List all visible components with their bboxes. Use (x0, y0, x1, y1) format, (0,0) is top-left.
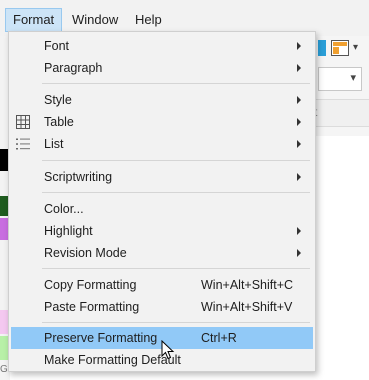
menu-item-font[interactable]: Font (11, 35, 313, 57)
menu-item-label: Preserve Formatting (44, 331, 158, 345)
menu-item-label: Color... (44, 202, 84, 216)
layout-icon[interactable] (331, 40, 349, 56)
table-grid-icon (16, 115, 30, 129)
menu-item-label: Paragraph (44, 61, 103, 75)
menubar-format[interactable]: Format (5, 8, 63, 32)
menu-item-label: Style (44, 93, 72, 107)
menu-separator (42, 268, 310, 269)
menubar-window[interactable]: Window (65, 9, 125, 31)
format-menu: Font Paragraph Style Table List Scriptwr… (8, 31, 316, 372)
menu-item-copy-formatting[interactable]: Copy Formatting Win+Alt+Shift+C (11, 274, 313, 296)
submenu-arrow-icon (297, 64, 301, 72)
menu-item-label: Copy Formatting (44, 278, 137, 292)
chevron-down-icon[interactable]: ▾ (353, 42, 358, 53)
submenu-arrow-icon (297, 249, 301, 257)
submenu-arrow-icon (297, 42, 301, 50)
menu-item-shortcut: Win+Alt+Shift+C (201, 278, 294, 292)
toolbar-blue-icon[interactable] (318, 40, 326, 56)
submenu-arrow-icon (297, 118, 301, 126)
menu-item-shortcut: Ctrl+R (201, 331, 237, 345)
menubar-help[interactable]: Help (128, 9, 169, 31)
menu-item-shortcut: Win+Alt+Shift+V (201, 300, 293, 314)
menu-separator (42, 83, 310, 84)
submenu-arrow-icon (297, 140, 301, 148)
menu-item-highlight[interactable]: Highlight (11, 220, 313, 242)
chevron-down-icon: ▾ (350, 72, 356, 84)
bullet-list-icon (16, 138, 30, 150)
submenu-arrow-icon (297, 227, 301, 235)
menu-item-label: Highlight (44, 224, 93, 238)
menu-item-style[interactable]: Style (11, 89, 313, 111)
menu-item-table[interactable]: Table (11, 111, 313, 133)
menu-item-revision-mode[interactable]: Revision Mode (11, 242, 313, 264)
menu-item-label: Scriptwriting (44, 170, 113, 184)
menu-item-label: Paste Formatting (44, 300, 140, 314)
menu-item-label: Revision Mode (44, 246, 127, 260)
menu-separator (42, 322, 310, 323)
menu-separator (42, 160, 310, 161)
menu-item-label: Table (44, 115, 74, 129)
menu-item-paragraph[interactable]: Paragraph (11, 57, 313, 79)
submenu-arrow-icon (297, 96, 301, 104)
menu-item-scriptwriting[interactable]: Scriptwriting (11, 166, 313, 188)
menu-separator (42, 192, 310, 193)
menu-item-label: List (44, 137, 64, 151)
menu-item-color[interactable]: Color... (11, 198, 313, 220)
submenu-arrow-icon (297, 173, 301, 181)
menu-item-paste-formatting[interactable]: Paste Formatting Win+Alt+Shift+V (11, 296, 313, 318)
menu-item-label: Font (44, 39, 70, 53)
mouse-cursor-icon (161, 340, 175, 360)
menu-item-list[interactable]: List (11, 133, 313, 155)
toolbar-dropdown[interactable]: ▾ (318, 67, 362, 91)
